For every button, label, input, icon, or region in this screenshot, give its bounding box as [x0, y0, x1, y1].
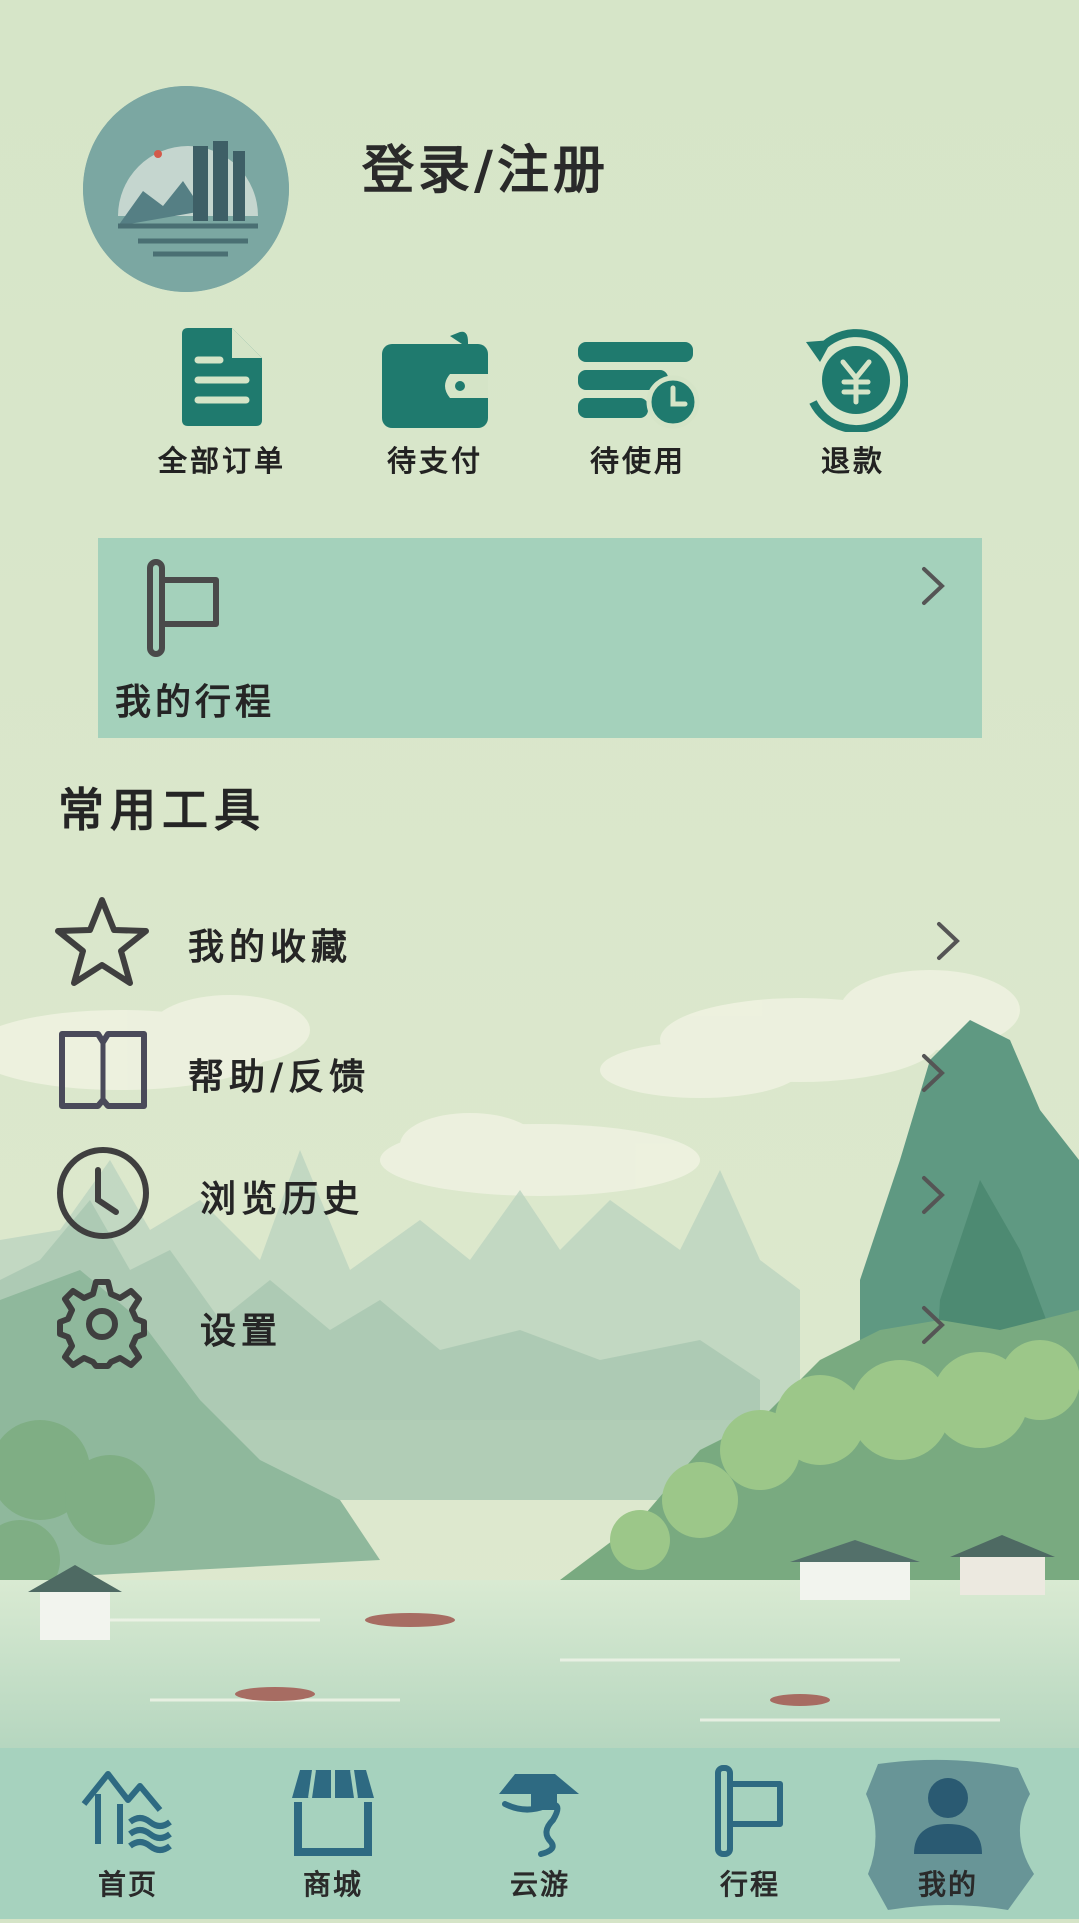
nav-trips[interactable]: 行程	[660, 1748, 840, 1919]
order-to-use-button[interactable]: 待使用	[553, 322, 723, 480]
order-to-use-label: 待使用	[589, 444, 686, 478]
chevron-right-icon	[922, 1306, 945, 1344]
ticket-clock-icon	[578, 342, 700, 429]
chevron-right-icon	[922, 1176, 945, 1214]
chevron-right-icon	[937, 922, 960, 960]
order-refund-button[interactable]: 退款	[768, 322, 938, 480]
chevron-right-icon	[922, 1054, 945, 1092]
flag-icon	[715, 1765, 783, 1857]
tool-history-row[interactable]: 浏览历史	[0, 1140, 1079, 1250]
tools-section-title: 常用工具	[58, 783, 266, 837]
nav-store[interactable]: 商城	[243, 1748, 423, 1919]
order-all-button[interactable]: 全部订单	[137, 322, 307, 480]
tool-history-label: 浏览历史	[200, 1178, 365, 1220]
avatar[interactable]	[83, 86, 289, 292]
order-pending-payment-button[interactable]: 待支付	[350, 322, 520, 480]
login-register-link[interactable]: 登录/注册	[362, 128, 609, 203]
tool-help-feedback-row[interactable]: 帮助/反馈	[0, 1020, 1079, 1130]
tool-favorites-row[interactable]: 我的收藏	[0, 890, 1079, 1000]
flag-icon	[147, 559, 219, 657]
tool-settings-label: 设置	[200, 1310, 283, 1352]
nav-trips-label: 行程	[719, 1868, 780, 1901]
nav-store-label: 商城	[302, 1868, 363, 1901]
nav-mine-label: 我的	[917, 1868, 978, 1901]
store-icon	[292, 1769, 374, 1856]
nav-home-label: 首页	[97, 1868, 158, 1901]
tool-help-feedback-label: 帮助/反馈	[188, 1056, 371, 1098]
nav-cloud-travel-label: 云游	[509, 1868, 570, 1901]
chevron-right-icon	[922, 567, 945, 605]
book-icon	[59, 1031, 147, 1109]
star-icon	[55, 897, 149, 986]
nav-home[interactable]: 首页	[38, 1748, 218, 1919]
wallet-icon	[382, 331, 488, 428]
gear-icon	[57, 1279, 147, 1369]
tool-settings-row[interactable]: 设置	[0, 1272, 1079, 1382]
bottom-nav: 首页 商城 云游 行程 我的	[0, 1748, 1079, 1919]
clock-icon	[57, 1147, 149, 1239]
order-refund-label: 退款	[820, 444, 885, 478]
nav-mine[interactable]: 我的	[858, 1748, 1038, 1919]
order-all-label: 全部订单	[157, 444, 286, 478]
order-pending-payment-label: 待支付	[386, 444, 483, 478]
nav-cloud-travel[interactable]: 云游	[450, 1748, 630, 1919]
document-icon	[182, 328, 262, 426]
my-trips-label: 我的行程	[115, 681, 276, 723]
tool-favorites-label: 我的收藏	[188, 926, 353, 968]
cloud-travel-icon	[499, 1774, 579, 1857]
refund-yen-icon	[806, 329, 908, 432]
user-icon	[914, 1778, 982, 1854]
avatar-landscape-icon	[83, 86, 289, 292]
home-waves-icon	[81, 1771, 172, 1853]
